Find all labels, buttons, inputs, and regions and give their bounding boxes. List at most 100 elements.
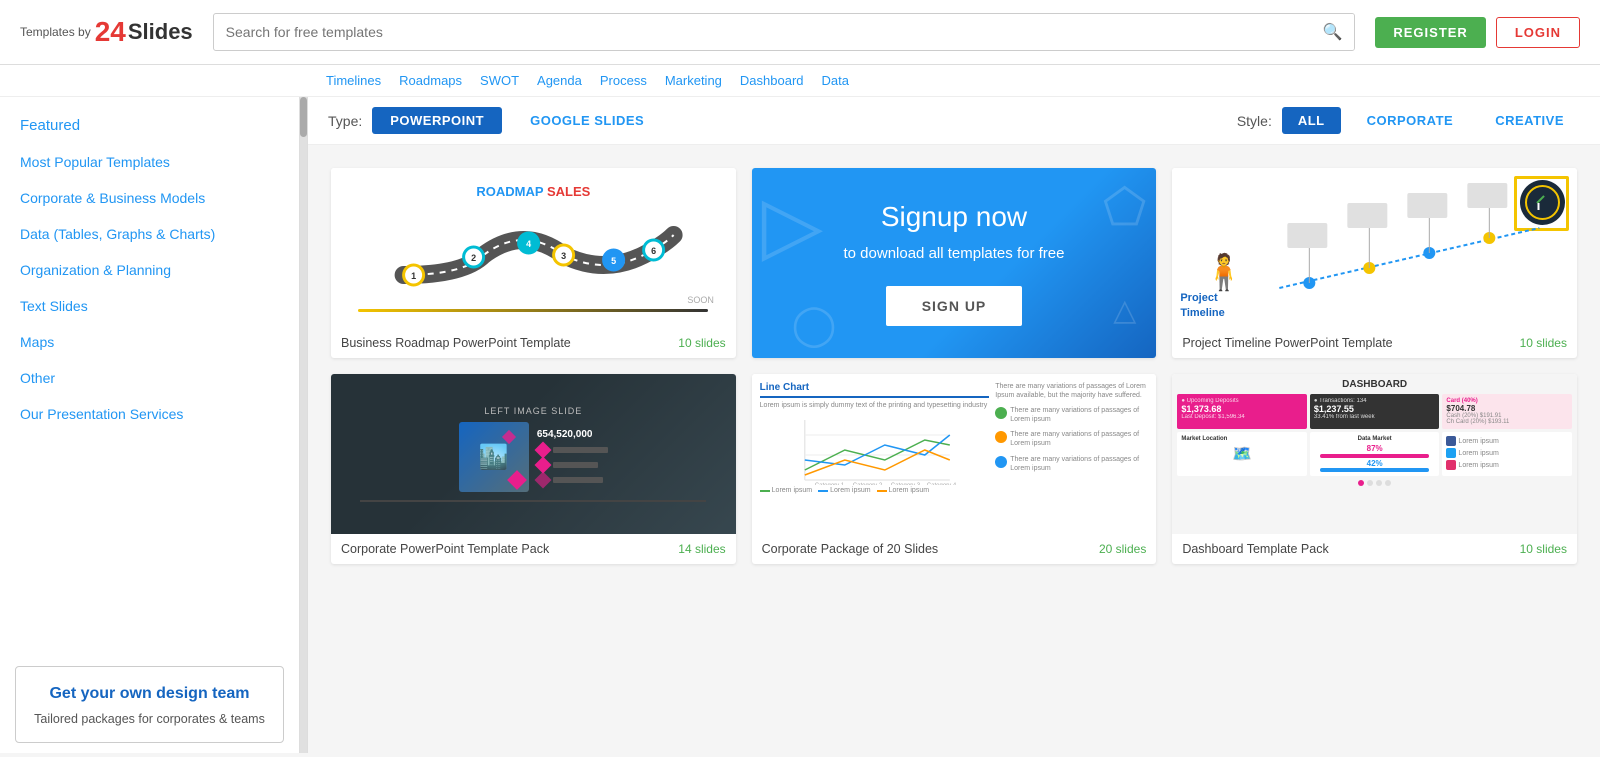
svg-text:3: 3	[561, 251, 566, 261]
linechart-text-1: There are many variations of passages of…	[995, 382, 1148, 400]
timeline-info: Project Timeline PowerPoint Template 10 …	[1172, 328, 1577, 358]
linechart-thumbnail: Line Chart Lorem ipsum is simply dummy t…	[752, 374, 1157, 534]
deco-triangle-2: △	[1113, 293, 1136, 328]
logo-name: Slides	[128, 19, 193, 45]
linechart-info: Corporate Package of 20 Slides 20 slides	[752, 534, 1157, 564]
svg-text:1: 1	[411, 271, 416, 281]
subnav-agenda[interactable]: Agenda	[531, 71, 588, 90]
sidebar: Featured Most Popular Templates Corporat…	[0, 97, 300, 753]
linechart-bullet-1: There are many variations of passages of…	[1010, 406, 1148, 424]
search-input[interactable]	[214, 24, 1311, 40]
dash-card-data: Data Market 87% 42%	[1310, 432, 1440, 476]
dash-card-2: ● Transactions: 134 $1,237.55 33.41% fro…	[1310, 394, 1440, 429]
login-button[interactable]: LOGIN	[1496, 17, 1580, 48]
signup-subtext: to download all templates for free	[844, 245, 1065, 262]
dashboard-info: Dashboard Template Pack 10 slides	[1172, 534, 1577, 564]
svg-text:Category 2: Category 2	[852, 483, 882, 485]
sidebar-item-popular[interactable]: Most Popular Templates	[0, 144, 299, 180]
sidebar-item-data[interactable]: Data (Tables, Graphs & Charts)	[0, 216, 299, 252]
sidebar-promo: Get your own design team Tailored packag…	[15, 666, 284, 744]
roadmap-slides: 10 slides	[678, 336, 725, 350]
corp-image: 🏙️	[459, 422, 529, 492]
promo-description: Tailored packages for corporates & teams	[30, 711, 269, 729]
template-card-corp[interactable]: Left Image Slide 🏙️ 654,520,	[331, 374, 736, 564]
deco-circle: ◯	[792, 302, 837, 348]
linechart-bullet-2: There are many variations of passages of…	[1010, 430, 1148, 448]
signup-button[interactable]: SIGN UP	[886, 286, 1023, 326]
template-grid: ROADMAP SALES 1 2 4	[308, 145, 1600, 753]
timeline-thumbnail: 🧍	[1172, 168, 1577, 328]
timeline-svg	[1172, 168, 1577, 328]
style-creative[interactable]: CREATIVE	[1479, 107, 1580, 134]
subnav-data[interactable]: Data	[816, 71, 855, 90]
svg-text:Category 1: Category 1	[814, 483, 844, 485]
linechart-slides: 20 slides	[1099, 542, 1146, 556]
sub-nav: Timelines Roadmaps SWOT Agenda Process M…	[0, 65, 1600, 97]
subnav-marketing[interactable]: Marketing	[659, 71, 728, 90]
svg-text:2: 2	[471, 253, 476, 263]
type-powerpoint[interactable]: POWERPOINT	[372, 107, 502, 134]
roadmap-thumbnail: ROADMAP SALES 1 2 4	[331, 168, 736, 328]
template-card-roadmap[interactable]: ROADMAP SALES 1 2 4	[331, 168, 736, 358]
dashboard-dots	[1177, 480, 1572, 486]
template-card-signup[interactable]: ▷ ⬠ ◯ △ Signup now to download all templ…	[752, 168, 1157, 358]
linechart-subtitle: Lorem ipsum is simply dummy text of the …	[760, 402, 990, 409]
scroll-thumb[interactable]	[300, 97, 307, 137]
signup-heading: Signup now	[881, 201, 1027, 233]
template-card-dashboard[interactable]: DASHBOARD ● Upcoming Deposits $1,373.68 …	[1172, 374, 1577, 564]
linechart-legend: Lorem ipsum Lorem ipsum Lorem ipsum	[760, 487, 990, 494]
corp-footer-line	[360, 500, 706, 502]
deco-triangle-1: ▷	[762, 178, 824, 271]
subnav-process[interactable]: Process	[594, 71, 653, 90]
type-google-slides[interactable]: GOOGLE SLIDES	[512, 107, 662, 134]
sidebar-item-services[interactable]: Our Presentation Services	[0, 396, 299, 432]
timeline-slides: 10 slides	[1520, 336, 1567, 350]
roadmap-info: Business Roadmap PowerPoint Template 10 …	[331, 328, 736, 358]
timeline-title-text: Project Timeline PowerPoint Template	[1182, 336, 1392, 350]
header-actions: REGISTER LOGIN	[1375, 17, 1580, 48]
sidebar-item-featured[interactable]: Featured	[0, 107, 299, 144]
sidebar-item-other[interactable]: Other	[0, 360, 299, 396]
subnav-roadmaps[interactable]: Roadmaps	[393, 71, 468, 90]
subnav-dashboard[interactable]: Dashboard	[734, 71, 810, 90]
sidebar-item-text[interactable]: Text Slides	[0, 288, 299, 324]
style-all[interactable]: ALL	[1282, 107, 1341, 134]
svg-text:6: 6	[651, 246, 656, 256]
scrollbar[interactable]	[300, 97, 308, 753]
corp-number: 654,520,000	[537, 429, 608, 440]
subnav-swot[interactable]: SWOT	[474, 71, 525, 90]
dashboard-heading: DASHBOARD	[1177, 379, 1572, 390]
check-icon-2	[995, 431, 1007, 443]
search-bar[interactable]: 🔍	[213, 13, 1356, 51]
logo: Templates by 24 Slides	[20, 16, 193, 48]
timeline-label: ProjectTimeline	[1180, 291, 1224, 320]
linechart-title-text: Corporate Package of 20 Slides	[762, 542, 939, 556]
svg-text:Category 3: Category 3	[890, 483, 920, 485]
sidebar-item-maps[interactable]: Maps	[0, 324, 299, 360]
search-button[interactable]: 🔍	[1310, 14, 1354, 50]
header: Templates by 24 Slides 🔍 REGISTER LOGIN	[0, 0, 1600, 65]
check-icon-1	[995, 407, 1007, 419]
dash-card-social: Lorem ipsum Lorem ipsum Lorem ipsum	[1442, 432, 1572, 476]
subnav-timelines[interactable]: Timelines	[320, 71, 387, 90]
template-card-timeline[interactable]: 🧍	[1172, 168, 1577, 358]
svg-text:Category 4: Category 4	[926, 483, 956, 485]
corp-label: Left Image Slide	[484, 406, 582, 416]
linechart-title: Line Chart	[760, 382, 990, 398]
linechart-bullet-3: There are many variations of passages of…	[1010, 455, 1148, 473]
corp-info: Corporate PowerPoint Template Pack 14 sl…	[331, 534, 736, 564]
linechart-svg: Category 1 Category 2 Category 3 Categor…	[760, 415, 990, 485]
main-layout: Featured Most Popular Templates Corporat…	[0, 97, 1600, 753]
content-area: Type: POWERPOINT GOOGLE SLIDES Style: AL…	[308, 97, 1600, 753]
template-card-linechart[interactable]: Line Chart Lorem ipsum is simply dummy t…	[752, 374, 1157, 564]
dashboard-slides: 10 slides	[1520, 542, 1567, 556]
logo-prefix: Templates by	[20, 25, 91, 39]
type-label: Type:	[328, 113, 362, 129]
check-icon-3	[995, 456, 1007, 468]
dash-card-1: ● Upcoming Deposits $1,373.68 Last Depos…	[1177, 394, 1307, 429]
filter-style: Style: ALL CORPORATE CREATIVE	[1237, 107, 1580, 134]
style-corporate[interactable]: CORPORATE	[1351, 107, 1470, 134]
register-button[interactable]: REGISTER	[1375, 17, 1485, 48]
sidebar-item-org[interactable]: Organization & Planning	[0, 252, 299, 288]
sidebar-item-corporate[interactable]: Corporate & Business Models	[0, 180, 299, 216]
